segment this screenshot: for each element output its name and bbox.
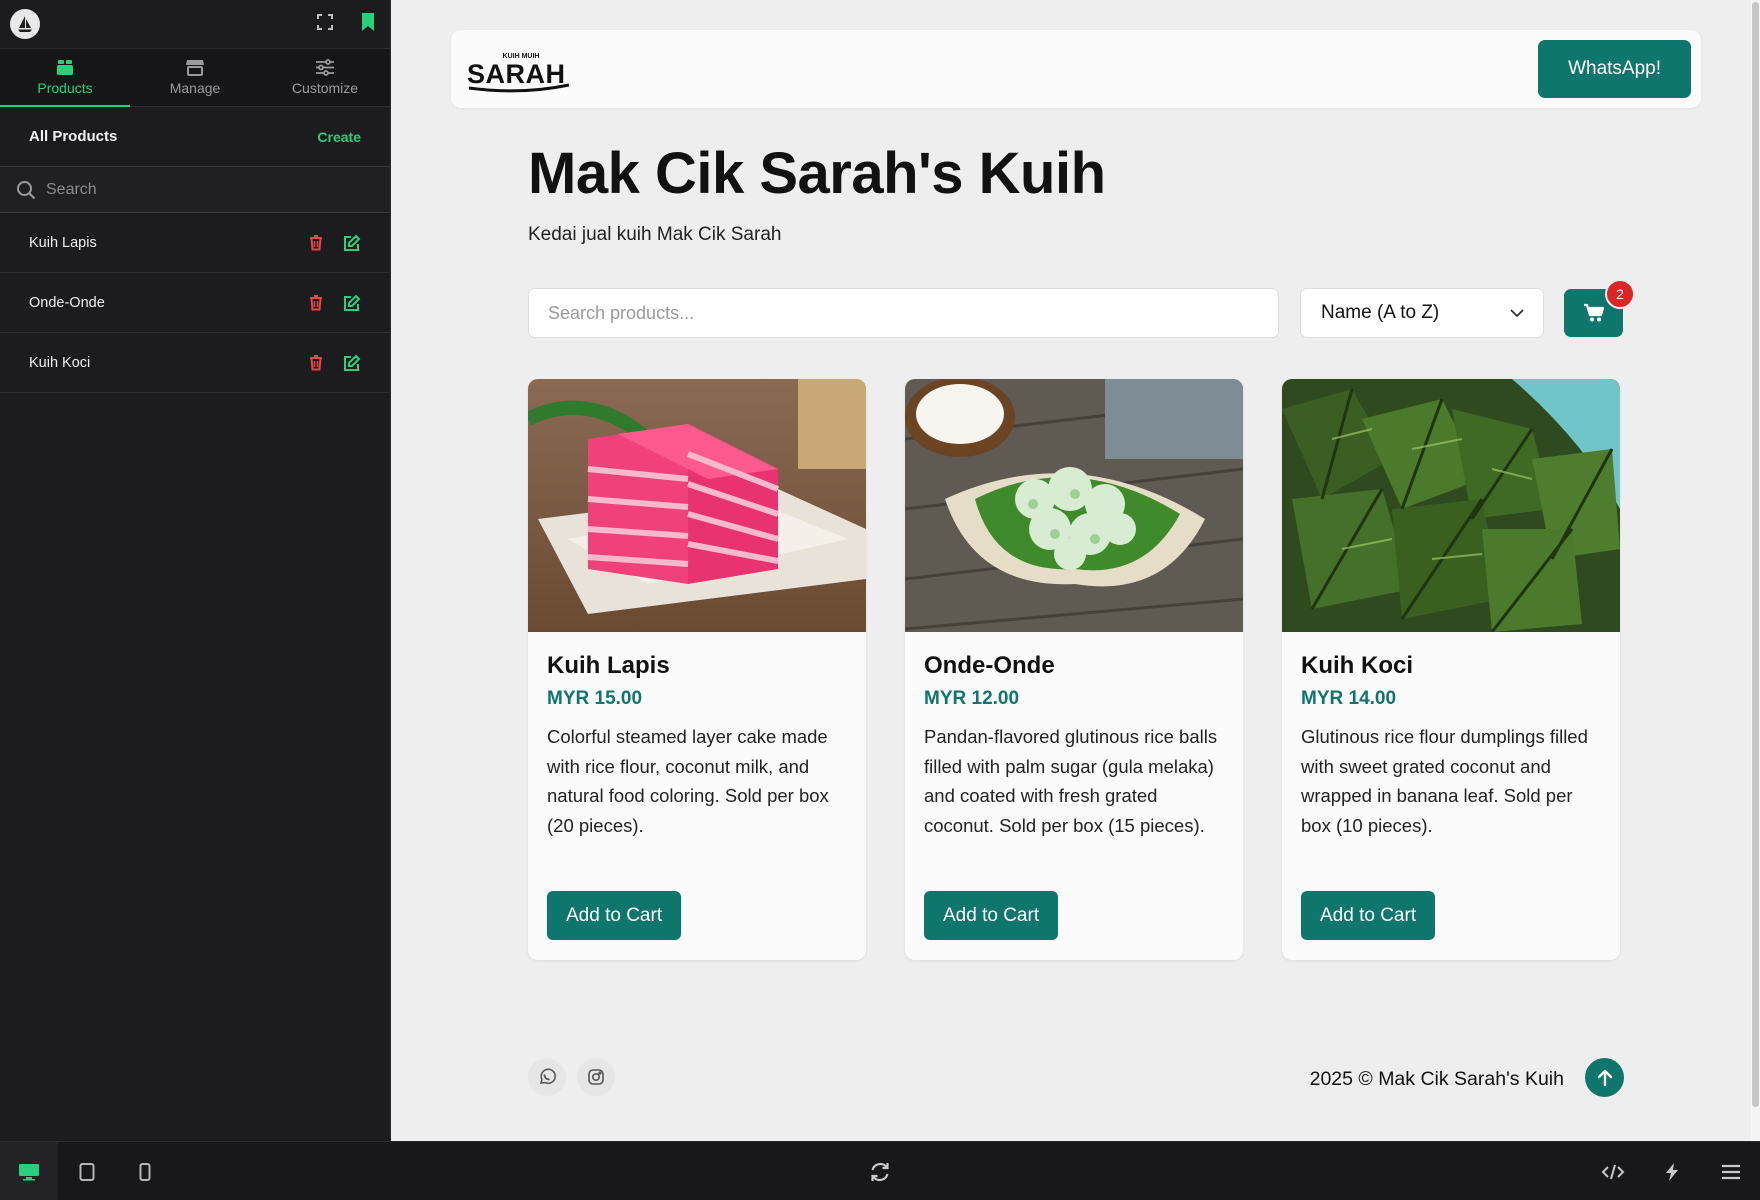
tablet-view-button[interactable]: [58, 1142, 116, 1200]
product-search-input[interactable]: [528, 288, 1279, 338]
products-section-header: All Products Create: [0, 107, 390, 167]
sarah-logo: KUIH MUIH SARAH: [467, 53, 570, 93]
product-item-name: Kuih Lapis: [29, 234, 97, 251]
product-description: Glutinous rice flour dumplings filled wi…: [1301, 726, 1588, 836]
trash-icon[interactable]: [309, 354, 323, 371]
sidebar-search-input[interactable]: [46, 180, 374, 199]
product-image-kuih-lapis: [528, 379, 866, 632]
product-price: MYR 12.00: [924, 688, 1020, 709]
quick-actions-button[interactable]: [1643, 1142, 1701, 1200]
tab-manage-label: Manage: [169, 80, 221, 96]
whatsapp-icon[interactable]: [528, 1058, 566, 1096]
whatsapp-button[interactable]: WhatsApp!: [1538, 40, 1691, 98]
lightning-icon: [1666, 1162, 1678, 1181]
search-icon: [17, 180, 36, 199]
product-description: Colorful steamed layer cake made with ri…: [547, 726, 829, 836]
app-logo[interactable]: [10, 9, 40, 39]
cart-count-badge: 2: [1605, 279, 1635, 309]
tab-products[interactable]: Products: [0, 49, 130, 107]
refresh-button[interactable]: [851, 1142, 909, 1200]
product-description: Pandan-flavored glutinous rice balls fil…: [924, 726, 1218, 836]
tab-products-label: Products: [37, 80, 93, 96]
product-card: Kuih Koci MYR 14.00 Glutinous rice flour…: [1282, 379, 1620, 960]
sidebar-topbar: [0, 0, 390, 49]
hamburger-menu-icon: [1722, 1164, 1740, 1179]
scrollbar-thumb[interactable]: [1752, 2, 1759, 1107]
box-icon: [57, 60, 73, 75]
product-name: Kuih Koci: [1301, 652, 1413, 679]
code-view-button[interactable]: [1584, 1142, 1642, 1200]
edit-icon[interactable]: [343, 294, 361, 312]
sidebar-tabs: Products Manage Customize: [0, 49, 390, 107]
product-price: MYR 14.00: [1301, 688, 1397, 709]
site-header: KUIH MUIH SARAH WhatsApp!: [451, 30, 1701, 108]
edit-icon[interactable]: [343, 234, 361, 252]
product-price: MYR 15.00: [547, 688, 643, 709]
sort-select[interactable]: Name (A to Z): [1300, 288, 1544, 338]
page-title: Mak Cik Sarah's Kuih: [528, 141, 1106, 206]
section-title: All Products: [29, 128, 118, 145]
sailboat-icon: [18, 16, 32, 32]
svg-text:SARAH: SARAH: [467, 59, 566, 89]
page-subtitle: Kedai jual kuih Mak Cik Sarah: [528, 224, 782, 245]
back-to-top-button[interactable]: [1585, 1058, 1624, 1097]
mobile-icon: [139, 1162, 151, 1181]
editor-bottom-bar: [0, 1141, 1760, 1200]
sidebar-search: [0, 167, 390, 213]
product-card: Onde-Onde MYR 12.00 Pandan-flavored glut…: [905, 379, 1243, 960]
brand-logo[interactable]: KUIH MUIH SARAH: [465, 45, 577, 93]
sidebar-product-item[interactable]: Onde-Onde: [0, 273, 390, 333]
product-name: Kuih Lapis: [547, 652, 670, 679]
site-footer: 2025 © Mak Cik Sarah's Kuih: [528, 1058, 1624, 1098]
sort-value: Name (A to Z): [1321, 302, 1440, 323]
add-to-cart-button[interactable]: Add to Cart: [547, 891, 682, 940]
store-icon: [186, 60, 204, 76]
product-image-kuih-koci: [1282, 379, 1620, 632]
fullscreen-icon[interactable]: [316, 13, 334, 31]
desktop-icon: [19, 1163, 39, 1180]
trash-icon[interactable]: [309, 294, 323, 311]
product-image-onde-onde: [905, 379, 1243, 632]
product-item-name: Kuih Koci: [29, 354, 91, 371]
scrollbar[interactable]: [1751, 0, 1760, 1141]
tab-customize[interactable]: Customize: [260, 49, 390, 106]
edit-icon[interactable]: [343, 354, 361, 372]
sliders-icon: [316, 59, 334, 76]
mobile-view-button[interactable]: [116, 1142, 174, 1200]
tab-customize-label: Customize: [291, 80, 359, 96]
desktop-view-button[interactable]: [0, 1142, 58, 1200]
create-button[interactable]: Create: [317, 129, 361, 145]
editor-sidebar: Products Manage Customize All Products C…: [0, 0, 391, 1141]
bookmark-icon[interactable]: [360, 12, 376, 32]
product-item-name: Onde-Onde: [29, 294, 105, 311]
sidebar-product-item[interactable]: Kuih Lapis: [0, 213, 390, 273]
arrow-up-icon: [1597, 1069, 1612, 1086]
tab-manage[interactable]: Manage: [130, 49, 260, 106]
shop-toolbar: Name (A to Z) 2: [528, 279, 1635, 338]
chevron-down-icon: [1510, 309, 1524, 318]
code-icon: [1601, 1164, 1625, 1179]
instagram-icon[interactable]: [577, 1058, 615, 1096]
add-to-cart-button[interactable]: Add to Cart: [924, 891, 1059, 940]
product-name: Onde-Onde: [924, 652, 1055, 679]
add-to-cart-button[interactable]: Add to Cart: [1301, 891, 1436, 940]
product-grid: Kuih Lapis MYR 15.00 Colorful steamed la…: [528, 379, 1624, 960]
site-preview: KUIH MUIH SARAH WhatsApp! Mak Cik Sarah'…: [391, 0, 1760, 1141]
menu-button[interactable]: [1702, 1142, 1760, 1200]
product-card: Kuih Lapis MYR 15.00 Colorful steamed la…: [528, 379, 866, 960]
sidebar-product-item[interactable]: Kuih Koci: [0, 333, 390, 393]
copyright-text: 2025 © Mak Cik Sarah's Kuih: [1309, 1068, 1564, 1090]
cart-icon: [1583, 303, 1604, 322]
trash-icon[interactable]: [309, 234, 323, 251]
tablet-icon: [79, 1162, 95, 1181]
refresh-icon: [871, 1162, 889, 1181]
